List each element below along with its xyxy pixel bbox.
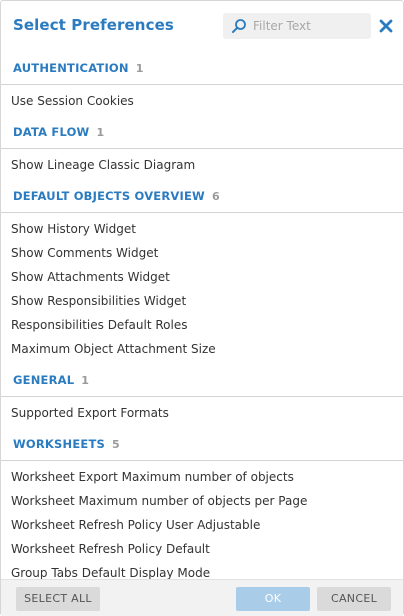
- select-all-button[interactable]: SELECT ALL: [16, 587, 100, 611]
- section-header-worksheets: WORKSHEETS 5: [1, 429, 403, 461]
- list-item[interactable]: Worksheet Refresh Policy Default: [1, 537, 403, 561]
- filter-input[interactable]: [253, 16, 365, 36]
- list-item[interactable]: Worksheet Maximum number of objects per …: [1, 489, 403, 513]
- cancel-button[interactable]: CANCEL: [317, 587, 391, 611]
- list-item[interactable]: Show Comments Widget: [1, 241, 403, 265]
- search-icon: [231, 18, 247, 34]
- section-count: 6: [211, 190, 220, 203]
- close-icon[interactable]: [378, 18, 394, 34]
- list-item[interactable]: Responsibilities Default Roles: [1, 313, 403, 337]
- section-count: 1: [135, 62, 144, 75]
- section-count: 1: [96, 126, 105, 139]
- dialog-header: Select Preferences: [1, 1, 403, 53]
- dialog-title: Select Preferences: [13, 16, 174, 34]
- section-count: 1: [81, 374, 90, 387]
- list-item[interactable]: Worksheet Export Maximum number of objec…: [1, 465, 403, 489]
- section-count: 5: [111, 438, 120, 451]
- list-item[interactable]: Worksheet Refresh Policy User Adjustable: [1, 513, 403, 537]
- section-title: GENERAL 1: [13, 373, 90, 387]
- section-header-general: GENERAL 1: [1, 365, 403, 397]
- list-item[interactable]: Maximum Object Attachment Size: [1, 337, 403, 361]
- section-title: WORKSHEETS 5: [13, 437, 120, 451]
- list-item[interactable]: Show Responsibilities Widget: [1, 289, 403, 313]
- list-item[interactable]: Use Session Cookies: [1, 89, 403, 113]
- filter-box[interactable]: [223, 13, 371, 39]
- list-item[interactable]: Show History Widget: [1, 217, 403, 241]
- select-preferences-dialog: Select Preferences AUTHENTICATION1 Use S…: [0, 0, 404, 616]
- section-title: DEFAULT OBJECTS OVERVIEW 6: [13, 189, 220, 203]
- ok-button[interactable]: OK: [236, 587, 310, 611]
- section-title: DATA FLOW 1: [13, 125, 105, 139]
- section-header-authentication: AUTHENTICATION 1: [1, 53, 403, 85]
- list-item[interactable]: Supported Export Formats: [1, 401, 403, 425]
- list-item[interactable]: Show Attachments Widget: [1, 265, 403, 289]
- section-title: AUTHENTICATION 1: [13, 61, 144, 75]
- section-header-default-objects-overview: DEFAULT OBJECTS OVERVIEW 6: [1, 181, 403, 213]
- section-header-data-flow: DATA FLOW 1: [1, 117, 403, 149]
- dialog-footer: SELECT ALL OK CANCEL: [1, 579, 403, 616]
- list-item[interactable]: Show Lineage Classic Diagram: [1, 153, 403, 177]
- list-item[interactable]: Group Tabs Default Display Mode: [1, 561, 403, 579]
- preferences-list: AUTHENTICATION 1 Use Session Cookies DATA…: [1, 53, 403, 579]
